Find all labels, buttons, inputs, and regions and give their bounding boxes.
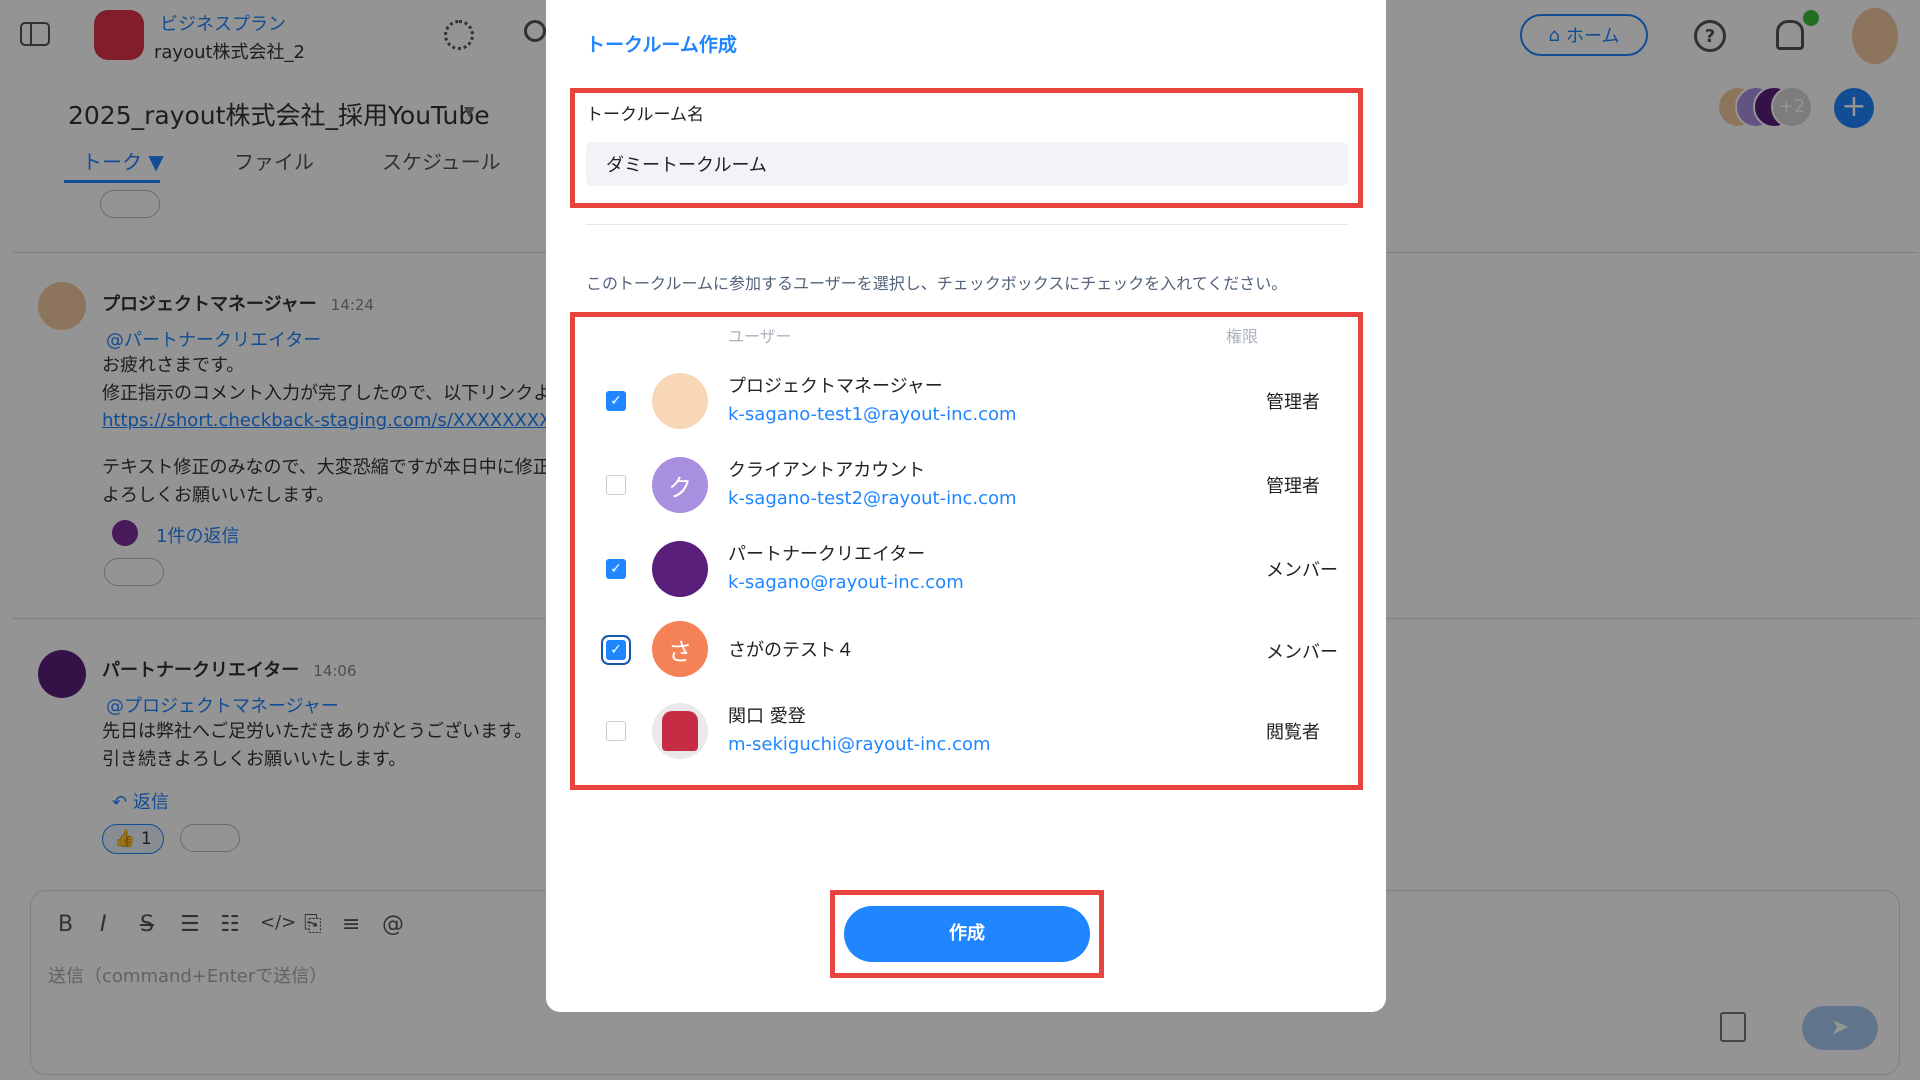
dialog-title: トークルーム作成 bbox=[586, 34, 737, 56]
user-checkbox[interactable]: ✓ bbox=[606, 640, 626, 660]
user-permission: メンバー bbox=[1266, 642, 1338, 663]
user-avatar: さ bbox=[652, 621, 708, 677]
user-permission: 閲覧者 bbox=[1266, 722, 1320, 743]
user-row[interactable]: 関口 愛登 m-sekiguchi@rayout-inc.com 閲覧者 bbox=[586, 696, 1348, 766]
user-avatar bbox=[652, 541, 708, 597]
user-email: k-sagano-test1@rayout-inc.com bbox=[728, 404, 1017, 425]
user-checkbox[interactable] bbox=[606, 475, 626, 495]
user-permission: メンバー bbox=[1266, 560, 1338, 581]
selection-instruction: このトークルームに参加するユーザーを選択し、チェックボックスにチェックを入れてく… bbox=[586, 274, 1288, 293]
talkroom-name-input[interactable] bbox=[586, 142, 1348, 186]
red-mascot-icon bbox=[662, 711, 698, 751]
user-checkbox[interactable]: ✓ bbox=[606, 559, 626, 579]
user-row[interactable]: ✓ さ さがのテスト４ メンバー bbox=[586, 614, 1348, 684]
talkroom-name-label: トークルーム名 bbox=[586, 105, 704, 125]
user-avatar bbox=[652, 703, 708, 759]
user-email: k-sagano-test2@rayout-inc.com bbox=[728, 488, 1017, 509]
user-name: さがのテスト４ bbox=[728, 640, 854, 661]
column-header-permission: 権限 bbox=[1226, 327, 1259, 346]
user-row[interactable]: ✓ パートナークリエイター k-sagano@rayout-inc.com メン… bbox=[586, 534, 1348, 604]
user-email: m-sekiguchi@rayout-inc.com bbox=[728, 734, 991, 755]
user-email: k-sagano@rayout-inc.com bbox=[728, 572, 964, 593]
user-name: プロジェクトマネージャー bbox=[728, 376, 943, 397]
user-name: クライアントアカウント bbox=[728, 460, 926, 481]
column-header-user: ユーザー bbox=[728, 327, 792, 346]
user-permission: 管理者 bbox=[1266, 476, 1320, 497]
user-row[interactable]: ✓ プロジェクトマネージャー k-sagano-test1@rayout-inc… bbox=[586, 366, 1348, 436]
user-name: パートナークリエイター bbox=[728, 544, 926, 565]
user-row[interactable]: ク クライアントアカウント k-sagano-test2@rayout-inc.… bbox=[586, 450, 1348, 520]
user-avatar bbox=[652, 373, 708, 429]
create-button[interactable]: 作成 bbox=[844, 906, 1090, 962]
create-talkroom-dialog: トークルーム作成 トークルーム名 このトークルームに参加するユーザーを選択し、チ… bbox=[546, 0, 1386, 1012]
user-checkbox[interactable] bbox=[606, 721, 626, 741]
user-avatar: ク bbox=[652, 457, 708, 513]
user-permission: 管理者 bbox=[1266, 392, 1320, 413]
user-name: 関口 愛登 bbox=[728, 706, 806, 727]
user-checkbox[interactable]: ✓ bbox=[606, 391, 626, 411]
divider bbox=[586, 224, 1348, 225]
